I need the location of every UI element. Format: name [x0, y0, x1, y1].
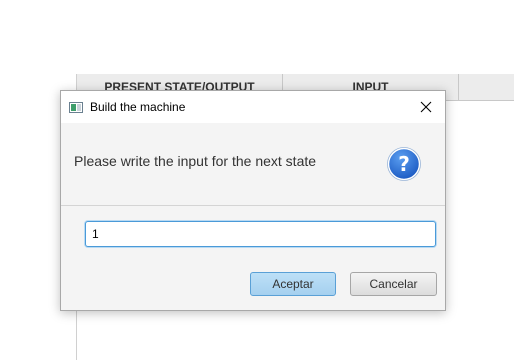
column-header-empty [459, 74, 514, 100]
accept-button[interactable]: Aceptar [250, 272, 336, 296]
svg-text:?: ? [398, 152, 410, 176]
dialog-titlebar[interactable]: Build the machine [61, 91, 445, 123]
cancel-button[interactable]: Cancelar [350, 272, 437, 296]
input-field-wrapper [85, 221, 436, 247]
question-icon: ? [387, 147, 421, 181]
app-window-icon [69, 102, 83, 113]
dialog-header: Please write the input for the next stat… [61, 123, 445, 206]
next-state-input[interactable] [86, 222, 435, 246]
dialog-message: Please write the input for the next stat… [74, 153, 317, 169]
close-icon [420, 101, 432, 113]
close-button[interactable] [411, 95, 441, 119]
dialog-title: Build the machine [90, 100, 186, 114]
input-dialog: Build the machine Please write the input… [60, 90, 446, 311]
